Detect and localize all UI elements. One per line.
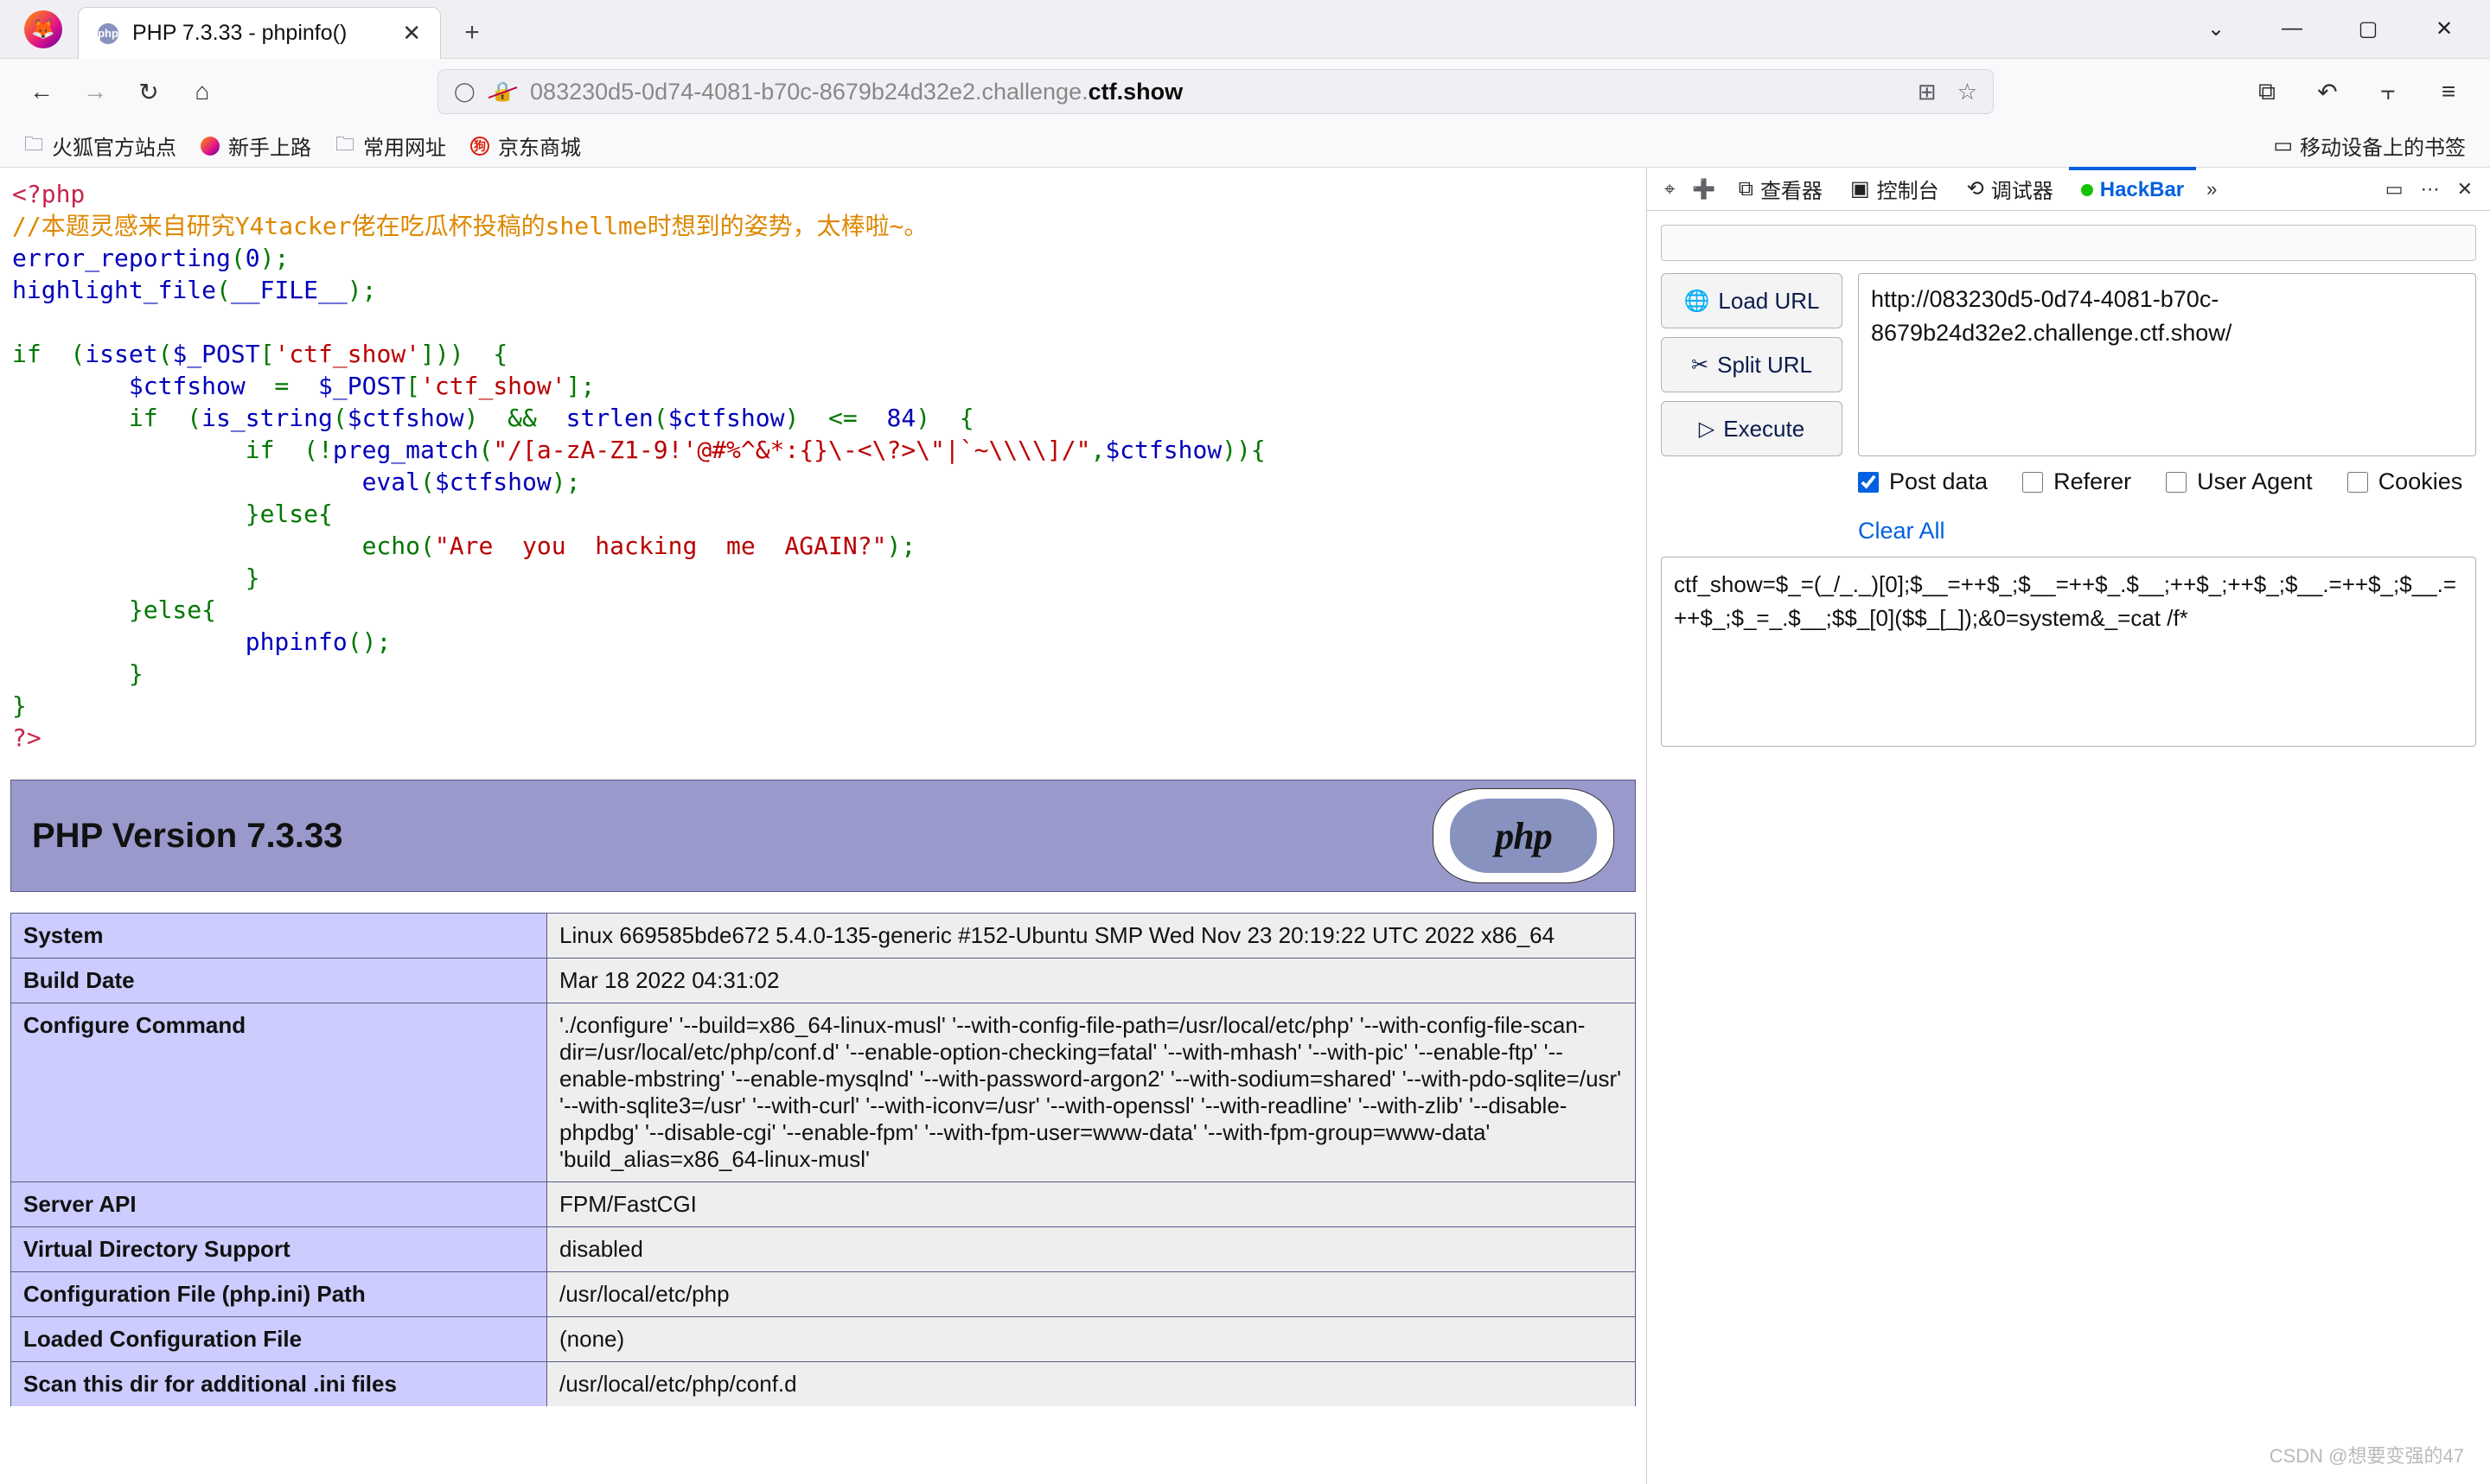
address-bar[interactable]: ◯ 🔒 083230d5-0d74-4081-b70c-8679b24d32e2… xyxy=(437,69,1994,114)
tab-close-icon[interactable]: ✕ xyxy=(402,20,421,47)
window-maximize-button[interactable]: ▢ xyxy=(2338,5,2398,52)
new-tab-button[interactable]: + xyxy=(451,12,493,54)
url-text: 083230d5-0d74-4081-b70c-8679b24d32e2.cha… xyxy=(530,79,1183,105)
clear-all-link[interactable]: Clear All xyxy=(1858,518,1945,545)
mobile-bookmarks[interactable]: ▭移动设备上的书签 xyxy=(2273,131,2466,161)
tab-title: PHP 7.3.33 - phpinfo() xyxy=(132,21,388,46)
kebab-icon[interactable]: ⋯ xyxy=(2414,178,2447,201)
tab-inspector[interactable]: ⧉查看器 xyxy=(1727,168,1835,211)
table-row: Scan this dir for additional .ini files/… xyxy=(11,1362,1636,1407)
bookmarks-bar: 🗀火狐官方站点 新手上路 🗀常用网址 狗京东商城 ▭移动设备上的书签 xyxy=(0,124,2490,168)
home-button[interactable]: ⌂ xyxy=(185,74,220,109)
globe-icon: 🌐 xyxy=(1684,289,1710,314)
bookmark-item[interactable]: 狗京东商城 xyxy=(470,131,581,161)
php-version-title: PHP Version 7.3.33 xyxy=(32,817,342,856)
pick-element-icon[interactable]: ⌖ xyxy=(1657,178,1682,201)
page-content: <?php //本题灵感来自研究Y4tacker佬在吃瓜杯投稿的shellme时… xyxy=(0,168,1646,1484)
qr-icon[interactable]: ⊞ xyxy=(1918,79,1937,105)
php-logo: php xyxy=(1433,788,1614,883)
firefox-icon: 🦊 xyxy=(24,10,62,48)
browser-tab[interactable]: php PHP 7.3.33 - phpinfo() ✕ xyxy=(78,7,441,59)
dock-icon[interactable]: ▭ xyxy=(2378,178,2410,201)
split-url-button[interactable]: ✂Split URL xyxy=(1661,337,1842,392)
watermark: CSDN @想要变强的47 xyxy=(2270,1441,2464,1468)
app-menu-button[interactable]: ≡ xyxy=(2431,74,2466,109)
tab-debugger[interactable]: ⟲调试器 xyxy=(1955,168,2065,211)
chevron-down-icon[interactable]: ⌄ xyxy=(2186,5,2246,52)
cookies-checkbox[interactable]: Cookies xyxy=(2347,468,2463,495)
post-data-checkbox[interactable]: Post data xyxy=(1858,468,1988,495)
library-icon[interactable]: ⫟ xyxy=(2371,74,2405,109)
table-row: Server APIFPM/FastCGI xyxy=(11,1182,1636,1227)
referer-checkbox[interactable]: Referer xyxy=(2022,468,2131,495)
hackbar-url-input[interactable] xyxy=(1858,273,2476,456)
bookmark-item[interactable]: 🗀火狐官方站点 xyxy=(24,130,176,162)
bookmark-item[interactable]: 🗀常用网址 xyxy=(335,130,446,162)
php-source: <?php //本题灵感来自研究Y4tacker佬在吃瓜杯投稿的shellme时… xyxy=(0,168,1646,780)
load-url-button[interactable]: 🌐Load URL xyxy=(1661,273,1842,328)
bookmark-star-icon[interactable]: ☆ xyxy=(1957,79,1977,105)
table-row: Loaded Configuration File(none) xyxy=(11,1317,1636,1362)
devtools-panel: ⌖ ➕ ⧉查看器 ▣控制台 ⟲调试器 HackBar » ▭ ⋯ ✕ 🌐Load… xyxy=(1646,168,2490,1484)
table-row: Build DateMar 18 2022 04:31:02 xyxy=(11,959,1636,1003)
split-icon: ✂ xyxy=(1691,353,1708,378)
forward-button: → xyxy=(78,74,112,109)
back-button[interactable]: ← xyxy=(24,74,59,109)
table-row: SystemLinux 669585bde672 5.4.0-135-gener… xyxy=(11,914,1636,959)
firefox-icon xyxy=(201,137,220,156)
new-pane-icon[interactable]: ➕ xyxy=(1685,178,1722,201)
devtools-close-icon[interactable]: ✕ xyxy=(2450,178,2480,201)
phpinfo-header: PHP Version 7.3.33 php xyxy=(10,780,1636,892)
folder-icon: 🗀 xyxy=(335,130,354,162)
execute-button[interactable]: ▷Execute xyxy=(1661,401,1842,456)
phpinfo-table: SystemLinux 669585bde672 5.4.0-135-gener… xyxy=(10,913,1636,1406)
mobile-icon: ▭ xyxy=(2273,133,2293,158)
shield-icon: ◯ xyxy=(454,80,476,103)
hackbar-body-input[interactable] xyxy=(1661,557,2476,747)
reload-button[interactable]: ↻ xyxy=(131,74,166,109)
window-close-button[interactable]: ✕ xyxy=(2414,5,2474,52)
tab-hackbar[interactable]: HackBar xyxy=(2069,167,2196,210)
more-tabs-icon[interactable]: » xyxy=(2200,178,2224,201)
console-icon: ▣ xyxy=(1850,176,1870,201)
jd-icon: 狗 xyxy=(470,137,489,156)
play-icon: ▷ xyxy=(1699,417,1714,442)
user-agent-checkbox[interactable]: User Agent xyxy=(2166,468,2313,495)
phpinfo-block: PHP Version 7.3.33 php SystemLinux 66958… xyxy=(0,780,1646,1441)
hackbar-toolbar[interactable] xyxy=(1661,225,2476,261)
extension-icon[interactable]: ⧉ xyxy=(2250,74,2284,109)
undo-icon[interactable]: ↶ xyxy=(2310,74,2345,109)
table-row: Virtual Directory Supportdisabled xyxy=(11,1227,1636,1272)
bookmark-item[interactable]: 新手上路 xyxy=(201,131,311,161)
table-row: Configuration File (php.ini) Path/usr/lo… xyxy=(11,1272,1636,1317)
tab-favicon: php xyxy=(98,23,118,44)
insecure-lock-icon: 🔒 xyxy=(491,80,514,103)
window-minimize-button[interactable]: — xyxy=(2262,5,2322,52)
devtools-tabs: ⌖ ➕ ⧉查看器 ▣控制台 ⟲调试器 HackBar » ▭ ⋯ ✕ xyxy=(1647,168,2490,211)
folder-icon: 🗀 xyxy=(24,130,43,162)
debugger-icon: ⟲ xyxy=(1967,176,1984,201)
hackbar-dot-icon xyxy=(2081,184,2093,196)
inspector-icon: ⧉ xyxy=(1739,177,1753,201)
table-row: Configure Command'./configure' '--build=… xyxy=(11,1003,1636,1182)
tab-console[interactable]: ▣控制台 xyxy=(1838,168,1951,211)
